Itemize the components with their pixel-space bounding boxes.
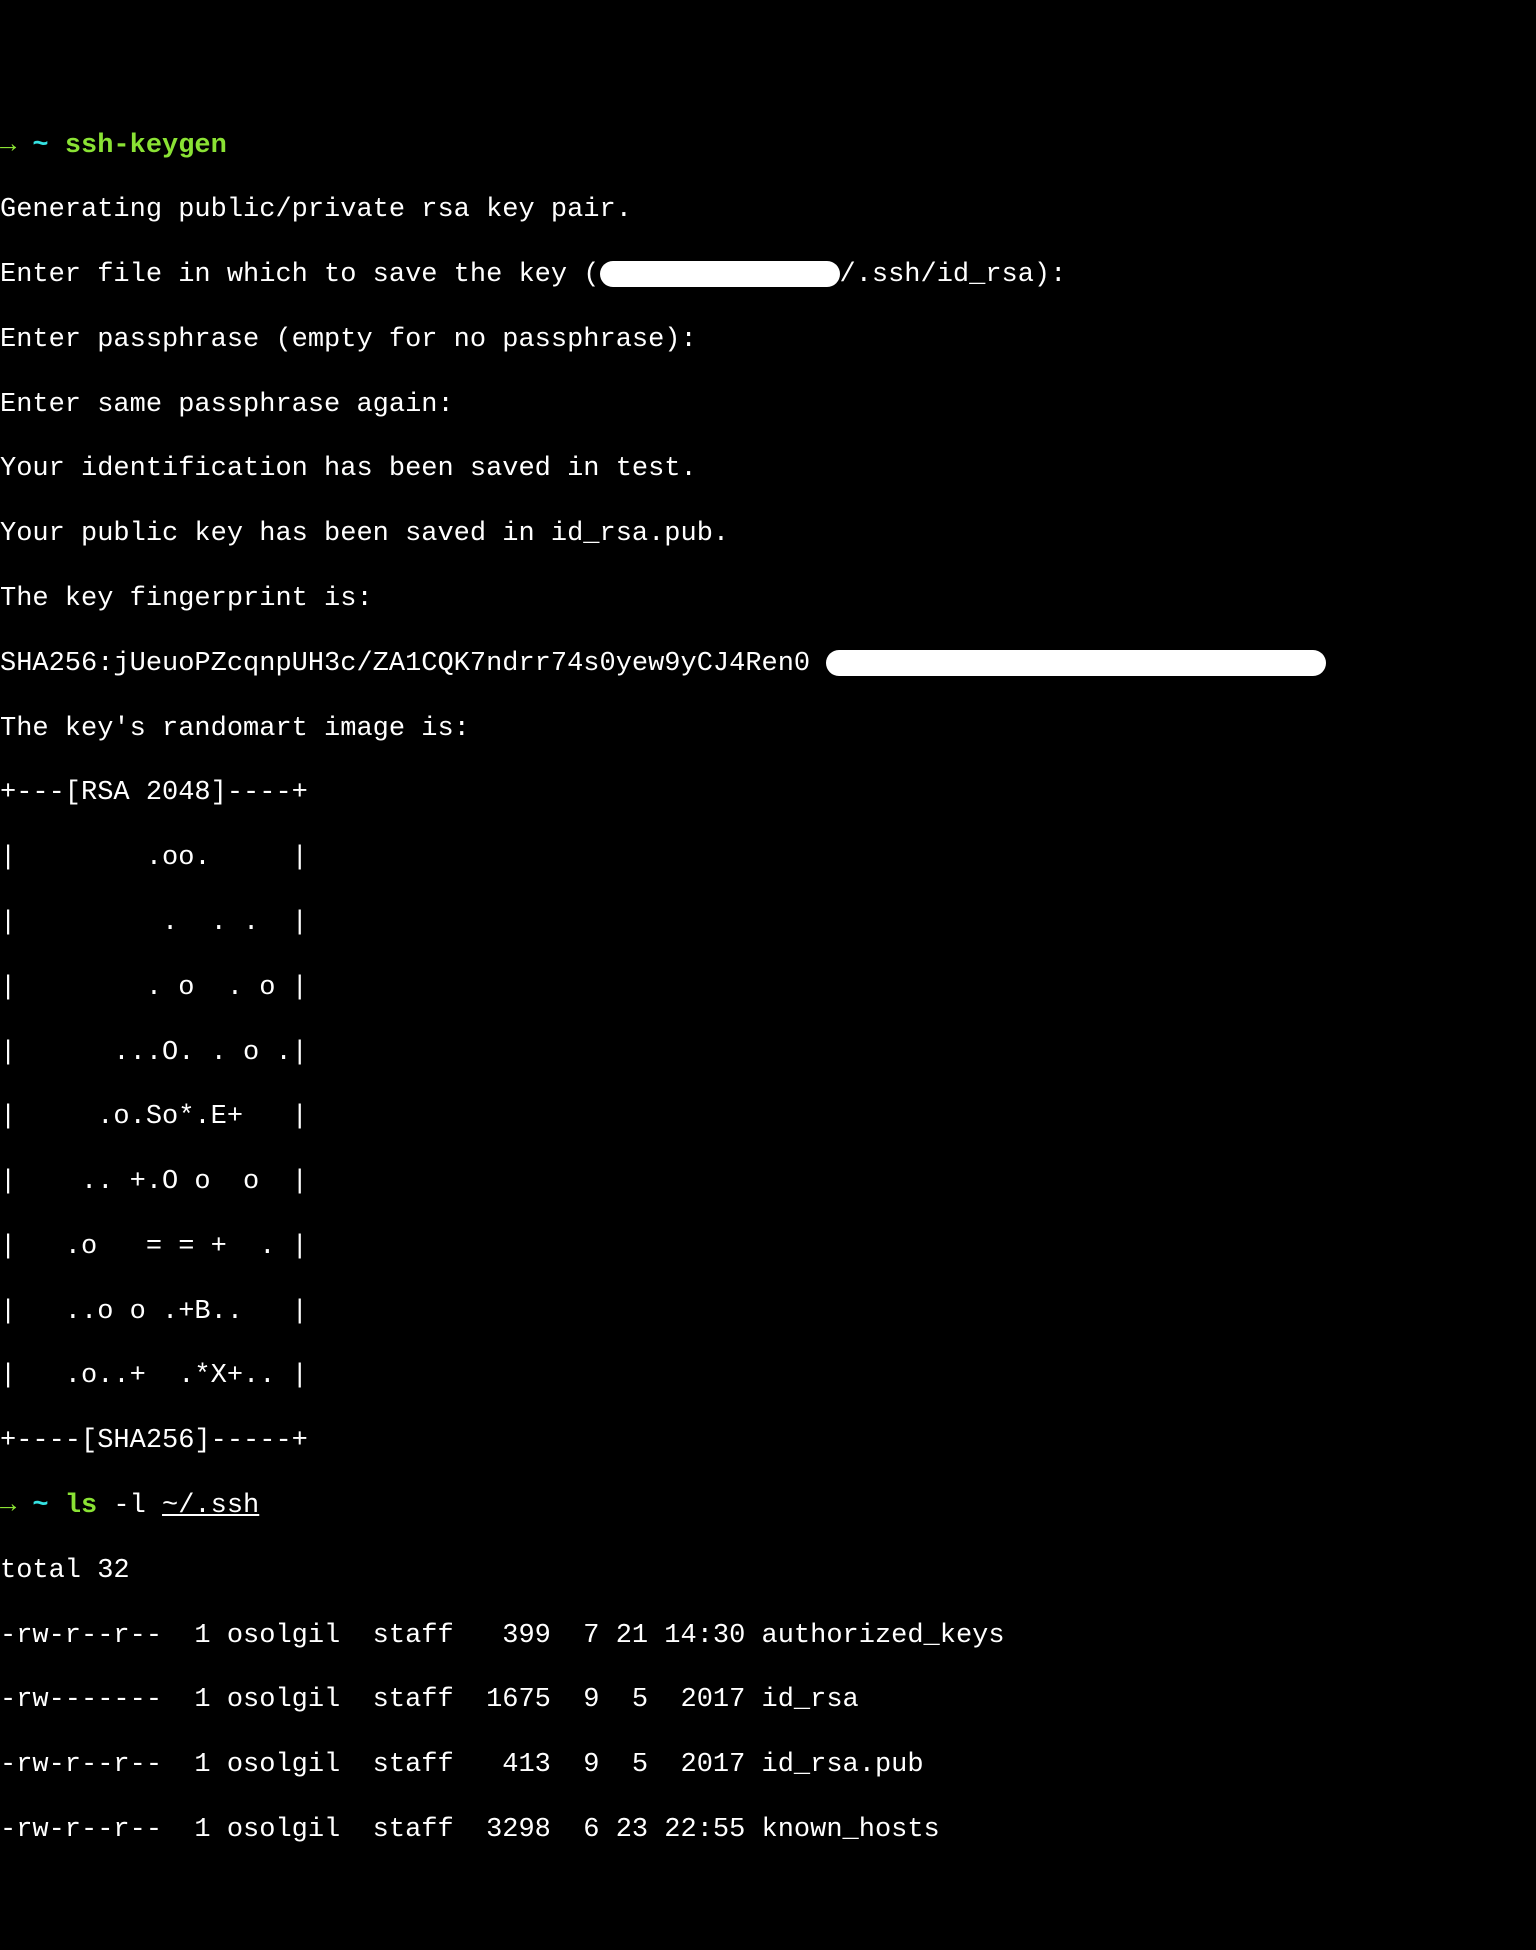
ls-total: total 32 [0, 1555, 1536, 1587]
output-line: Enter same passphrase again: [0, 389, 1536, 421]
randomart-line: | .o = = + . | [0, 1231, 1536, 1263]
ls-row: -rw-r--r-- 1 osolgil staff 413 9 5 2017 … [0, 1749, 1536, 1781]
fingerprint-text: SHA256:jUeuoPZcqnpUH3c/ZA1CQK7ndrr74s0ye… [0, 649, 826, 679]
randomart-line: +----[SHA256]-----+ [0, 1425, 1536, 1457]
prompt-line-1[interactable]: → ~ ssh-keygen [0, 130, 1536, 162]
randomart-line: | .oo. | [0, 842, 1536, 874]
redacted-user-host [826, 650, 1326, 676]
output-text: /.ssh/id_rsa): [840, 260, 1067, 290]
output-line: Generating public/private rsa key pair. [0, 194, 1536, 226]
randomart-line: | . . . | [0, 907, 1536, 939]
output-line: Enter passphrase (empty for no passphras… [0, 324, 1536, 356]
command-ssh-keygen: ssh-keygen [65, 131, 227, 161]
ls-row: -rw-r--r-- 1 osolgil staff 3298 6 23 22:… [0, 1814, 1536, 1846]
output-line: SHA256:jUeuoPZcqnpUH3c/ZA1CQK7ndrr74s0ye… [0, 648, 1536, 680]
randomart-line: | ..o o .+B.. | [0, 1296, 1536, 1328]
randomart-line: | .. +.O o o | [0, 1166, 1536, 1198]
output-text: Enter file in which to save the key ( [0, 260, 600, 290]
output-line: Your identification has been saved in te… [0, 453, 1536, 485]
randomart-line: +---[RSA 2048]----+ [0, 777, 1536, 809]
prompt-arrow: → [0, 1491, 16, 1521]
prompt-tilde: ~ [16, 131, 65, 161]
randomart-line: | .o.So*.E+ | [0, 1101, 1536, 1133]
command-arg: -l [97, 1491, 162, 1521]
ls-row: -rw-r--r-- 1 osolgil staff 399 7 21 14:3… [0, 1620, 1536, 1652]
prompt-arrow: → [0, 131, 16, 161]
command-path: ~/.ssh [162, 1491, 259, 1521]
ls-row: -rw------- 1 osolgil staff 1675 9 5 2017… [0, 1684, 1536, 1716]
output-line: Enter file in which to save the key ( /.s… [0, 259, 1536, 291]
output-line: The key's randomart image is: [0, 713, 1536, 745]
randomart-line: | ...O. . o .| [0, 1037, 1536, 1069]
command-ls: ls [65, 1491, 97, 1521]
output-line: The key fingerprint is: [0, 583, 1536, 615]
redacted-path [600, 261, 840, 287]
prompt-line-2[interactable]: → ~ ls -l ~/.ssh [0, 1490, 1536, 1522]
prompt-tilde: ~ [16, 1491, 65, 1521]
randomart-line: | . o . o | [0, 972, 1536, 1004]
randomart-line: | .o..+ .*X+.. | [0, 1360, 1536, 1392]
output-line: Your public key has been saved in id_rsa… [0, 518, 1536, 550]
